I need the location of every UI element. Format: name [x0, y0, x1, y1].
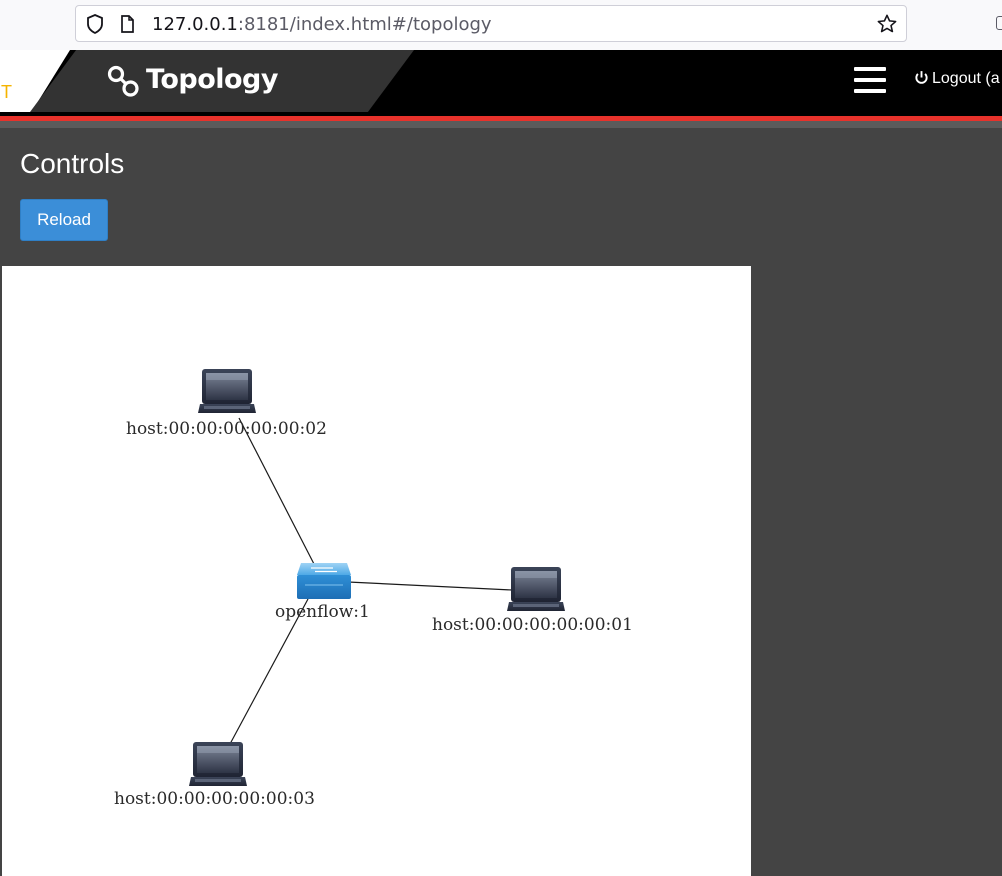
topology-icon [107, 65, 141, 104]
switch-node-openflow1[interactable]: openflow:1 [275, 563, 370, 622]
browser-toolbar: 127.0.0.1:8181/index.html#/topology [0, 0, 1002, 50]
logout-link[interactable]: Logout (a [914, 70, 1000, 88]
host-node-02[interactable]: host:00:00:00:00:00:02 [126, 369, 327, 439]
url-host: 127.0.0.1 [152, 14, 238, 35]
header-left-fragment: T [1, 82, 12, 102]
url-path: :8181/index.html#/topology [237, 14, 492, 35]
laptop-icon [507, 567, 565, 611]
logout-label: Logout (a [932, 70, 1000, 87]
link-switch-host1 [347, 581, 513, 591]
url-bar[interactable]: 127.0.0.1:8181/index.html#/topology [75, 5, 907, 42]
menu-hamburger-icon[interactable] [854, 67, 886, 93]
topology-canvas[interactable]: host:00:00:00:00:00:02 openflow:1 host:0… [2, 266, 751, 876]
laptop-icon [189, 742, 247, 786]
laptop-icon [198, 369, 256, 413]
page-icon [120, 15, 135, 38]
host-node-01[interactable]: host:00:00:00:00:00:01 [432, 567, 633, 635]
url-text[interactable]: 127.0.0.1:8181/index.html#/topology [152, 14, 492, 35]
host-label-01: host:00:00:00:00:00:01 [432, 615, 633, 635]
controls-heading: Controls [20, 148, 125, 179]
extension-icon[interactable] [996, 16, 1002, 30]
switch-label: openflow:1 [275, 602, 370, 622]
app-header: T Topology Logout (a [0, 50, 1002, 116]
power-icon [915, 71, 928, 84]
bookmark-star-icon[interactable] [876, 13, 898, 40]
header-divider [0, 121, 1002, 128]
shield-icon[interactable] [86, 14, 104, 39]
switch-icon [297, 563, 351, 599]
topology-graph: host:00:00:00:00:00:02 openflow:1 host:0… [114, 369, 633, 809]
host-node-03[interactable]: host:00:00:00:00:00:03 [114, 742, 315, 809]
page-title: Topology [146, 64, 279, 95]
reload-button[interactable]: Reload [20, 199, 108, 241]
host-label-03: host:00:00:00:00:00:03 [114, 789, 315, 809]
host-label-02: host:00:00:00:00:00:02 [126, 419, 327, 439]
link-switch-host2 [238, 417, 315, 565]
